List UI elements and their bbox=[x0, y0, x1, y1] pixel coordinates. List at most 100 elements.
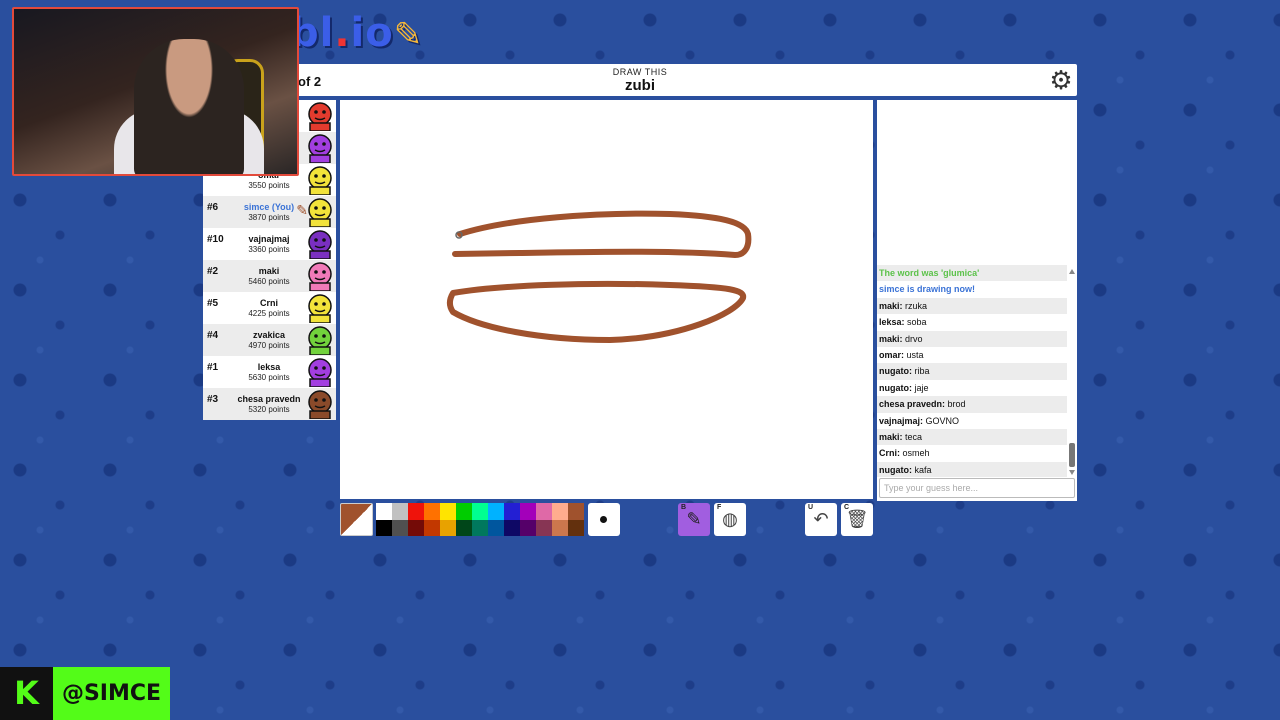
player-row[interactable]: #3 chesa pravedn 5320 points bbox=[203, 388, 336, 420]
drawing-stroke bbox=[452, 210, 752, 258]
chat-message: Crni: osmeh bbox=[877, 445, 1067, 461]
player-row[interactable]: #2 maki 5460 points bbox=[203, 260, 336, 292]
color-swatch[interactable] bbox=[440, 503, 456, 520]
player-row[interactable]: #5 Crni 4225 points bbox=[203, 292, 336, 324]
chat-messages: The word was 'glumica' simce is drawing n… bbox=[877, 265, 1067, 477]
color-swatch[interactable] bbox=[504, 503, 520, 520]
scroll-thumb[interactable] bbox=[1069, 443, 1075, 467]
chat-text: usta bbox=[904, 349, 924, 360]
color-swatch[interactable] bbox=[424, 503, 440, 520]
drawing-stroke bbox=[447, 280, 747, 343]
color-swatch[interactable] bbox=[536, 519, 552, 536]
drawing-canvas[interactable] bbox=[340, 100, 873, 499]
guess-input[interactable] bbox=[879, 478, 1075, 498]
player-avatar-icon bbox=[308, 326, 332, 355]
player-name: Crni bbox=[260, 298, 278, 308]
chat-text: rzuka bbox=[902, 300, 928, 311]
chat-text: brod bbox=[945, 399, 966, 410]
chat-author: chesa pravedn: bbox=[879, 399, 946, 410]
chat-text: osmeh bbox=[900, 448, 930, 459]
color-swatch[interactable] bbox=[392, 503, 408, 520]
player-rank: #1 bbox=[207, 362, 219, 373]
player-avatar-icon bbox=[308, 198, 332, 227]
chat-message: vajnajmaj: GOVNO bbox=[877, 413, 1067, 429]
chat-author: omar: bbox=[879, 349, 905, 360]
color-swatch[interactable] bbox=[408, 519, 424, 536]
drawing-toolbar: B ✎ F ◍ U ↶ C 🗑 bbox=[340, 503, 873, 537]
fill-bucket-icon: ◍ bbox=[722, 509, 738, 529]
player-points: 5460 points bbox=[248, 277, 290, 286]
player-rank: #10 bbox=[207, 234, 224, 245]
chat-message: nugato: jaje bbox=[877, 380, 1067, 396]
chat-author: nugato: bbox=[879, 382, 912, 393]
color-swatch[interactable] bbox=[376, 519, 392, 536]
color-swatch[interactable] bbox=[568, 519, 584, 536]
color-swatch[interactable] bbox=[408, 503, 424, 520]
chat-author: vajnajmaj: bbox=[879, 415, 924, 426]
color-swatch[interactable] bbox=[520, 503, 536, 520]
color-swatch[interactable] bbox=[424, 519, 440, 536]
color-swatch[interactable] bbox=[536, 503, 552, 520]
brush-dot-icon bbox=[600, 516, 607, 523]
chat-message: nugato: kafa bbox=[877, 461, 1067, 477]
player-rank: #3 bbox=[207, 394, 219, 405]
chat-author: maki: bbox=[879, 300, 903, 311]
webcam-person bbox=[134, 39, 244, 174]
color-swatch[interactable] bbox=[456, 519, 472, 536]
scroll-down-arrow-icon[interactable] bbox=[1069, 470, 1075, 475]
player-name: leksa bbox=[257, 362, 281, 372]
app-logo: bl.io✎ bbox=[290, 10, 424, 56]
chat-author: nugato: bbox=[879, 464, 912, 475]
color-swatch[interactable] bbox=[552, 519, 568, 536]
trash-icon: 🗑 bbox=[845, 509, 869, 529]
color-swatch[interactable] bbox=[376, 503, 392, 520]
color-swatch[interactable] bbox=[520, 519, 536, 536]
player-avatar-icon bbox=[308, 358, 332, 387]
chat-text: soba bbox=[904, 317, 927, 328]
color-swatch[interactable] bbox=[472, 503, 488, 520]
chat-message: maki: teca bbox=[877, 428, 1067, 446]
brush-tool-button[interactable]: B ✎ bbox=[678, 503, 710, 536]
clear-button[interactable]: C 🗑 bbox=[841, 503, 873, 536]
color-swatch[interactable] bbox=[488, 503, 504, 520]
current-color-preview bbox=[340, 503, 373, 536]
color-swatch[interactable] bbox=[440, 519, 456, 536]
chat-author: leksa: bbox=[879, 317, 905, 328]
player-points: 4970 points bbox=[248, 341, 290, 350]
gear-icon[interactable]: ⚙ bbox=[1047, 66, 1075, 94]
player-row[interactable]: #1 leksa 5630 points bbox=[203, 356, 336, 388]
player-row[interactable]: #4 zvakica 4970 points bbox=[203, 324, 336, 356]
chat-message: The word was 'glumica' bbox=[877, 265, 1067, 282]
chat-scrollbar[interactable] bbox=[1069, 269, 1075, 475]
color-swatch[interactable] bbox=[504, 519, 520, 536]
chat-text: kafa bbox=[912, 464, 932, 475]
player-points: 5630 points bbox=[248, 373, 290, 382]
color-swatch[interactable] bbox=[552, 503, 568, 520]
player-avatar-icon bbox=[308, 262, 332, 291]
chat-text: simce is drawing now! bbox=[879, 284, 976, 295]
brush-size-button[interactable] bbox=[588, 503, 620, 536]
color-swatch[interactable] bbox=[456, 503, 472, 520]
player-points: 3550 points bbox=[248, 181, 290, 190]
color-swatch[interactable] bbox=[392, 519, 408, 536]
player-avatar-icon bbox=[308, 134, 332, 163]
kick-logo: K bbox=[0, 667, 53, 720]
chat-message: maki: drvo bbox=[877, 330, 1067, 347]
chat-text: drvo bbox=[902, 333, 923, 344]
undo-button[interactable]: U ↶ bbox=[805, 503, 837, 536]
color-swatch[interactable] bbox=[488, 519, 504, 536]
player-row[interactable]: #10 vajnajmaj 3360 points bbox=[203, 228, 336, 260]
color-swatch[interactable] bbox=[472, 519, 488, 536]
fill-tool-button[interactable]: F ◍ bbox=[714, 503, 746, 536]
player-rank: #6 bbox=[207, 202, 219, 213]
chat-message: chesa pravedn: brod bbox=[877, 396, 1067, 413]
player-name: vajnajmaj bbox=[248, 234, 290, 244]
chat-message: simce is drawing now! bbox=[877, 281, 1067, 297]
player-row[interactable]: #6 simce (You) 3870 points ✎ bbox=[203, 196, 336, 228]
draw-this-label: DRAW THIS bbox=[612, 67, 668, 77]
chat-header-area bbox=[877, 100, 1077, 265]
scroll-up-arrow-icon[interactable] bbox=[1069, 269, 1075, 274]
color-swatch[interactable] bbox=[568, 503, 584, 520]
chat-message: omar: usta bbox=[877, 347, 1067, 363]
chat-text: GOVNO bbox=[923, 415, 960, 426]
